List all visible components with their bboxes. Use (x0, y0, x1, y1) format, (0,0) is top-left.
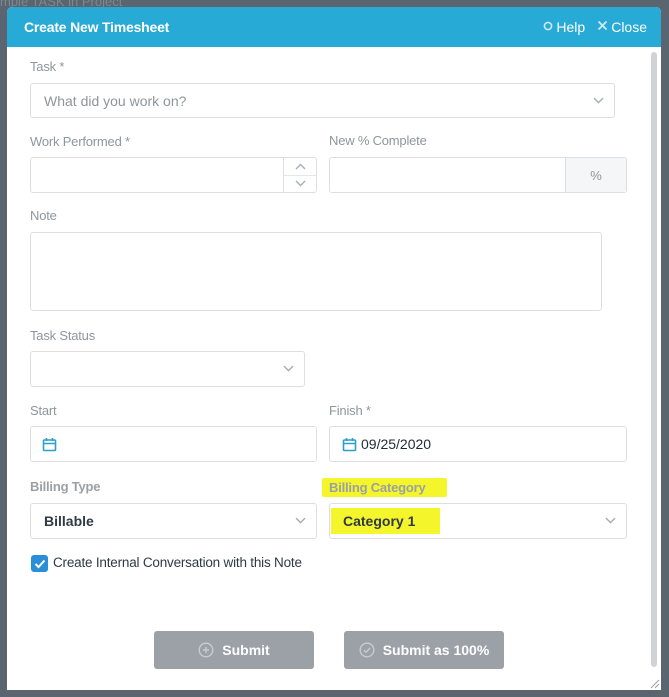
billing-category-value: Category 1 (331, 508, 441, 534)
chevron-down-icon (283, 365, 294, 372)
task-select[interactable]: What did you work on? (30, 83, 615, 118)
start-label: Start (30, 403, 57, 418)
percent-complete-input[interactable]: % (329, 157, 627, 193)
stepper-down-icon[interactable] (284, 176, 316, 193)
calendar-icon[interactable] (342, 437, 357, 452)
billing-type-select[interactable]: Billable (30, 503, 317, 539)
billing-type-label: Billing Type (30, 479, 101, 494)
work-performed-label: Work Performed * (30, 134, 130, 149)
calendar-icon[interactable] (42, 437, 57, 452)
note-label: Note (30, 208, 57, 223)
internal-conversation-checkbox[interactable] (31, 555, 48, 572)
checkmark-icon (34, 559, 45, 568)
help-button[interactable]: Help (543, 19, 585, 35)
modal-header: Create New Timesheet Help Close (7, 7, 661, 47)
resize-handle-icon[interactable] (648, 677, 660, 689)
submit-as-100-label: Submit as 100% (382, 642, 490, 658)
submit-button[interactable]: Submit (154, 631, 314, 669)
help-circle-icon (543, 20, 553, 34)
task-placeholder: What did you work on? (44, 92, 187, 109)
plus-circle-icon (198, 642, 214, 658)
submit-label: Submit (222, 642, 270, 658)
internal-conversation-label[interactable]: Create Internal Conversation with this N… (53, 555, 302, 570)
close-label: Close (611, 19, 647, 35)
close-icon (597, 20, 608, 34)
work-performed-stepper[interactable] (283, 158, 316, 192)
chevron-down-icon (295, 517, 306, 524)
finish-date-value: 09/25/2020 (361, 436, 432, 452)
task-status-label: Task Status (30, 328, 95, 343)
start-date-input[interactable] (30, 426, 317, 462)
task-status-select[interactable] (30, 351, 305, 387)
submit-as-100-button[interactable]: Submit as 100% (344, 631, 504, 669)
task-label: Task * (30, 59, 65, 74)
close-button[interactable]: Close (597, 19, 647, 35)
work-performed-input[interactable] (30, 157, 317, 193)
stepper-up-icon[interactable] (284, 158, 316, 176)
note-textarea[interactable] (30, 232, 602, 311)
help-label: Help (556, 19, 586, 35)
finish-date-input[interactable]: 09/25/2020 (329, 426, 627, 462)
percent-complete-label: New % Complete (329, 133, 427, 148)
finish-label: Finish * (329, 403, 371, 418)
billing-type-value: Billable (44, 513, 94, 529)
scrollbar[interactable] (651, 52, 657, 667)
timesheet-modal: Create New Timesheet Help Close Task * W… (7, 7, 661, 690)
check-circle-icon (359, 642, 375, 658)
percent-addon: % (565, 158, 626, 192)
chevron-down-icon (605, 517, 616, 524)
billing-category-select[interactable]: Category 1 (329, 503, 627, 539)
modal-title: Create New Timesheet (24, 19, 170, 35)
chevron-down-icon (593, 97, 604, 104)
billing-category-label: Billing Category (322, 478, 448, 497)
